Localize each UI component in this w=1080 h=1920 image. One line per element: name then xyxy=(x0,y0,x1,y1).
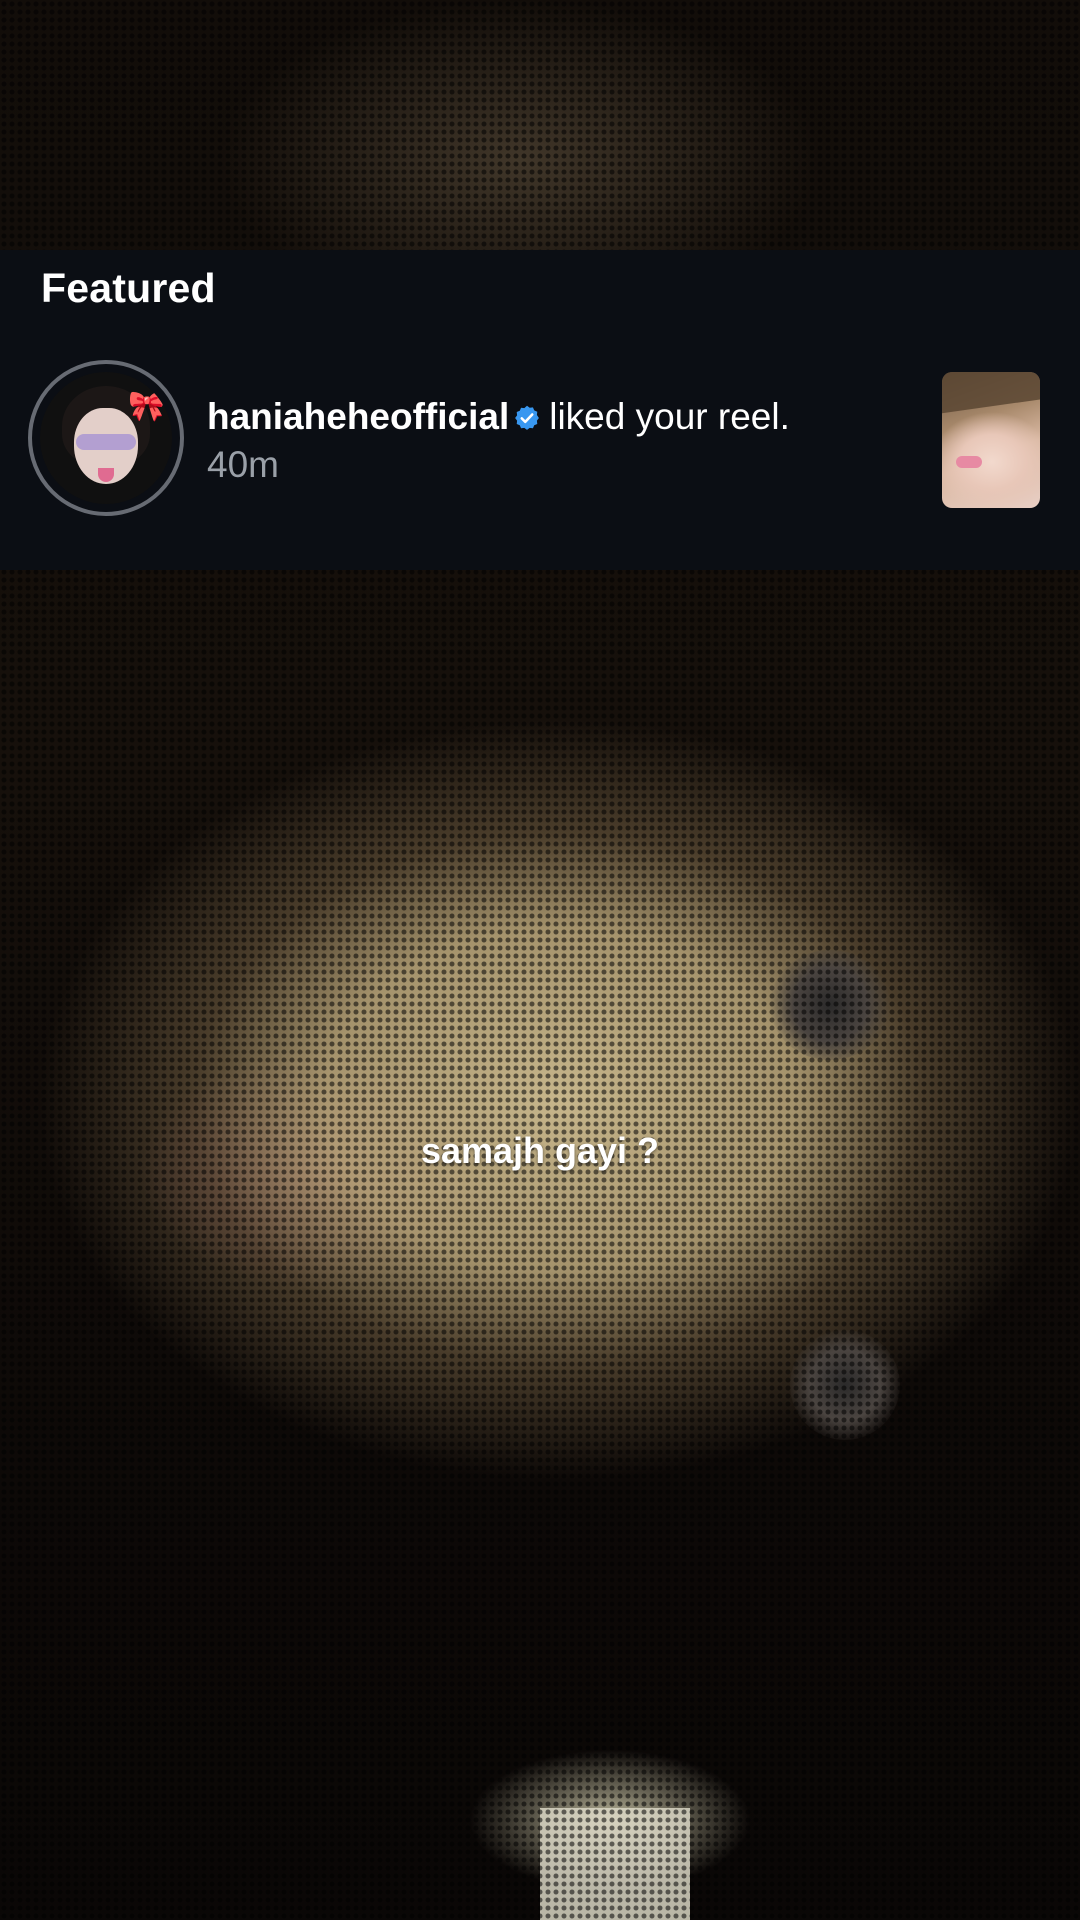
story-screen[interactable]: Featured 🎀 haniaheheofficial liked your … xyxy=(0,0,1080,1920)
avatar-glasses xyxy=(76,434,136,450)
reel-thumbnail[interactable] xyxy=(942,372,1040,508)
avatar[interactable]: 🎀 xyxy=(40,372,172,504)
bow-icon: 🎀 xyxy=(128,390,166,423)
reel-caption: samajh gayi ? xyxy=(420,1130,660,1171)
section-title: Featured xyxy=(41,265,216,311)
thumbnail-detail xyxy=(942,372,1040,415)
action-text: liked your reel. xyxy=(549,396,790,437)
verified-badge-icon xyxy=(515,405,540,430)
thumbnail-detail xyxy=(956,456,982,468)
notification-text[interactable]: haniaheheofficial liked your reel. 40m xyxy=(207,393,807,489)
username-link[interactable]: haniaheheofficial xyxy=(207,396,509,437)
timestamp: 40m xyxy=(207,444,279,485)
